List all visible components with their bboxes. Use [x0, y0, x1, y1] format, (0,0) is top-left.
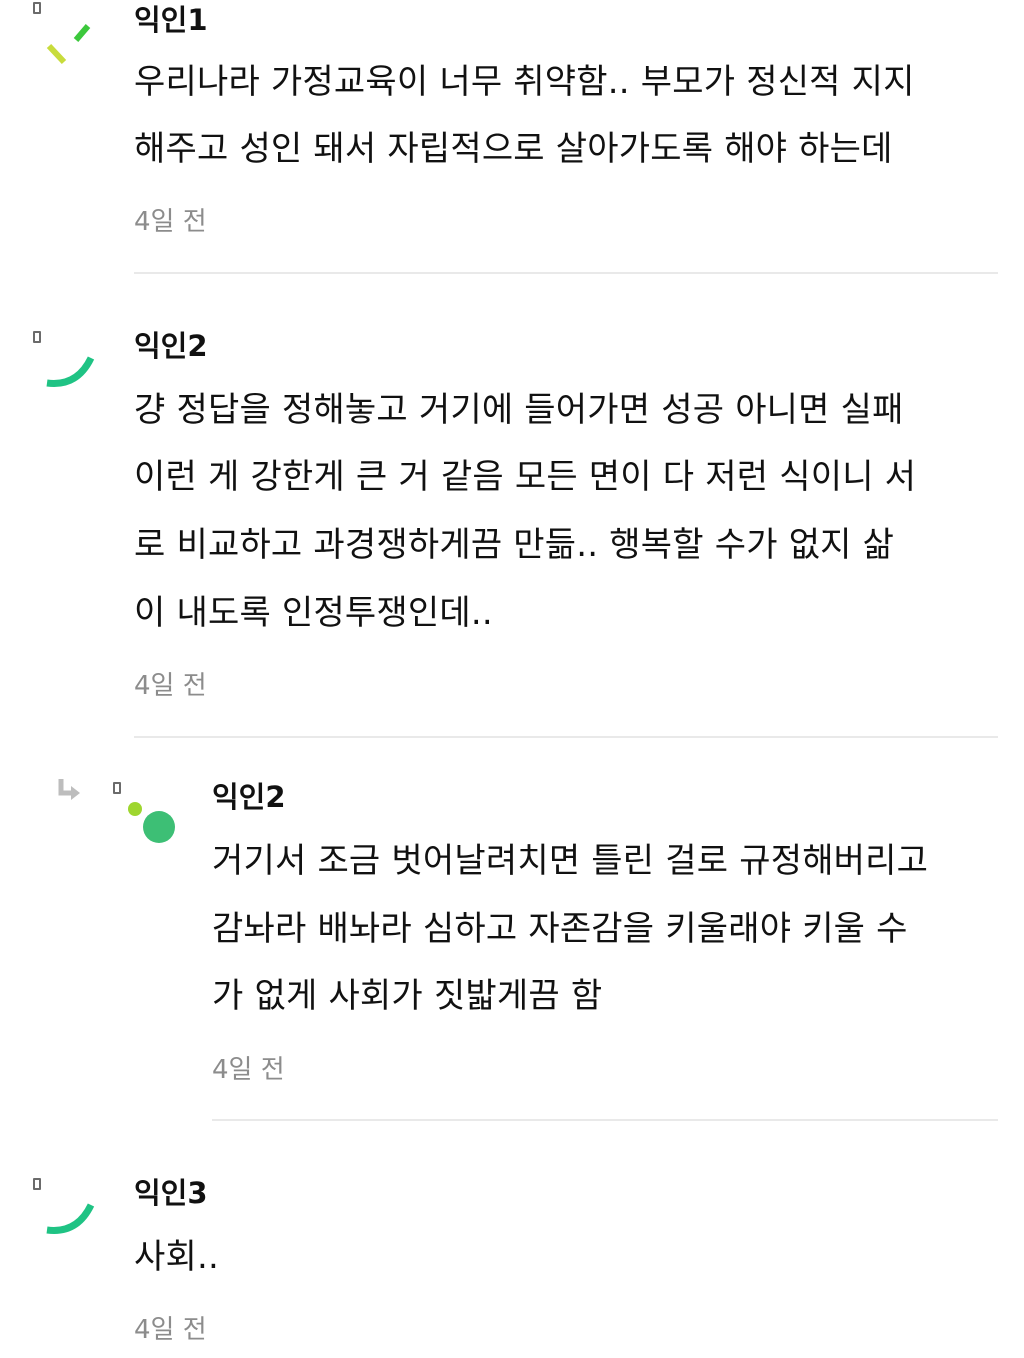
comment-body-line: 이런 게 강한게 큰 거 같음 모든 면이 다 저런 식이니 서	[134, 457, 917, 497]
comment-timestamp: 4일 전	[212, 1055, 285, 1085]
comment-divider	[134, 272, 998, 274]
comment-divider	[134, 736, 998, 738]
comment-author[interactable]: 익인3	[134, 1175, 208, 1211]
comment-timestamp: 4일 전	[134, 1315, 207, 1345]
comment-author[interactable]: 익인2	[212, 779, 286, 815]
green-dots-avatar-icon[interactable]	[113, 782, 203, 872]
comment-body-line: 거기서 조금 벗어날려치면 틀린 걸로 규정해버리고	[212, 841, 929, 881]
comment-divider	[212, 1119, 998, 1121]
comment-timestamp: 4일 전	[134, 671, 207, 701]
comment-body-line: 로 비교하고 과경쟁하게끔 만듦.. 행복할 수가 없지 삶	[134, 525, 895, 565]
green-arc-avatar-icon[interactable]	[33, 1178, 123, 1268]
reply-arrow-icon	[58, 779, 80, 800]
comment-body-line: 사회..	[134, 1237, 219, 1277]
comment-author[interactable]: 익인1	[134, 2, 208, 38]
comment-body-line: 우리나라 가정교육이 너무 취약함.. 부모가 정신적 지지	[134, 62, 915, 102]
comment-body-line: 이 내도록 인정투쟁인데..	[134, 593, 493, 633]
green-arc-avatar-icon[interactable]	[33, 331, 123, 421]
comment-author[interactable]: 익인2	[134, 328, 208, 364]
lime-green-dashes-avatar-icon[interactable]	[33, 2, 123, 92]
comment-timestamp: 4일 전	[134, 207, 207, 237]
comment-body-line: 감놔라 배놔라 심하고 자존감을 키울래야 키울 수	[212, 909, 908, 949]
comment-body-line: 걍 정답을 정해놓고 거기에 들어가면 성공 아니면 실패	[134, 390, 904, 430]
comment-body-line: 가 없게 사회가 짓밟게끔 함	[212, 976, 603, 1016]
comment-body-line: 해주고 성인 돼서 자립적으로 살아가도록 해야 하는데	[134, 129, 893, 169]
